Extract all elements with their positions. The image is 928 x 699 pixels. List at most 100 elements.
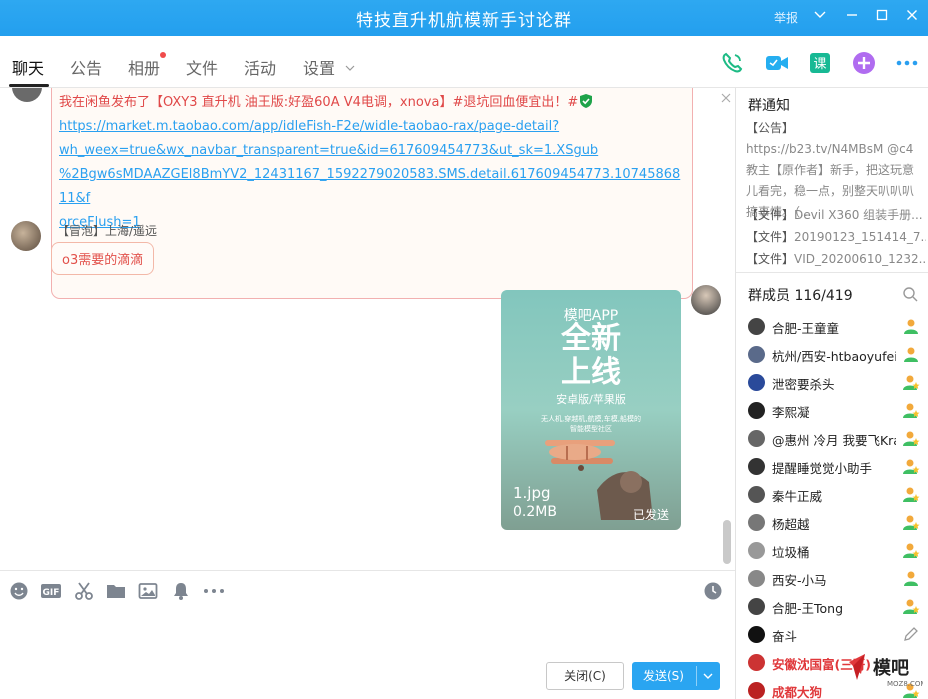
avatar xyxy=(748,458,765,475)
member-name: 泄密要杀头 xyxy=(772,377,835,392)
svg-text:课: 课 xyxy=(813,57,826,72)
add-app-icon[interactable] xyxy=(852,51,876,75)
star-member-icon xyxy=(902,401,920,419)
member-list-item[interactable]: @惠州 冷月 我要飞Kra xyxy=(748,428,924,450)
members-title: 群成员 116/419 xyxy=(748,288,853,304)
star-member-icon xyxy=(902,541,920,559)
tab-chat[interactable]: 聊天 xyxy=(12,55,44,79)
chevron-down-icon xyxy=(345,65,355,71)
member-name: 合肥-王童童 xyxy=(772,321,840,336)
gif-icon[interactable]: GIF xyxy=(40,581,61,601)
file-notice-item[interactable]: 【文件】VID_20200610_1232... xyxy=(746,250,926,267)
tab-announcements[interactable]: 公告 xyxy=(70,55,102,79)
phone-icon[interactable] xyxy=(720,51,744,75)
member-name: 杭州/西安-htbaoyufei xyxy=(772,349,896,364)
avatar[interactable] xyxy=(11,221,41,251)
avatar xyxy=(748,346,765,363)
message-bubble[interactable]: o3需要的滴滴 xyxy=(51,242,155,275)
close-icon[interactable] xyxy=(721,88,731,107)
member-list-item[interactable]: 秦牛正威 xyxy=(748,484,924,506)
close-icon[interactable] xyxy=(900,5,924,29)
admin-icon xyxy=(902,569,920,587)
message-text: o3需要的滴滴 xyxy=(62,253,144,268)
member-name: 秦牛正威 xyxy=(772,489,823,504)
image-file-name: 1.jpg xyxy=(513,484,551,502)
avatar xyxy=(748,570,765,587)
tab-activities[interactable]: 活动 xyxy=(244,55,276,79)
tab-album-label: 相册 xyxy=(128,59,161,78)
sender-name[interactable]: 【冒泡】上海/遥远 xyxy=(57,222,157,239)
report-link[interactable]: 举报 xyxy=(774,9,798,26)
chevron-down-icon[interactable] xyxy=(808,5,832,29)
file-notice-item[interactable]: 【文件】Devil X360 组装手册... xyxy=(746,206,926,223)
group-sidebar: 群通知 【公告】https://b23.tv/N4MBsM @c4教主【原作者】… xyxy=(735,88,928,699)
scissors-icon[interactable] xyxy=(74,581,94,601)
more-icon[interactable] xyxy=(203,581,224,601)
member-name: 提醒睡觉觉小助手 xyxy=(772,461,873,476)
video-icon[interactable] xyxy=(764,51,788,75)
emoji-icon[interactable] xyxy=(9,581,29,601)
moz8-logo-watermark: 模吧 MOZ8.COM xyxy=(849,654,923,688)
member-name: 西安-小马 xyxy=(772,573,827,588)
avatar xyxy=(748,430,765,447)
send-button[interactable]: 发送(S) xyxy=(632,662,720,690)
avatar xyxy=(748,542,765,559)
divider xyxy=(736,272,928,273)
admin-icon xyxy=(902,317,920,335)
file-notice-item[interactable]: 【文件】20190123_151414_7... xyxy=(746,228,926,245)
member-list-item[interactable]: 西安-小马 xyxy=(748,568,924,590)
member-name: 李熙凝 xyxy=(772,405,810,420)
image-message[interactable]: 模吧APP 全新 上线 安卓版/苹果版 无人机,穿越机,航模,车模,船模的 智能模型… xyxy=(501,290,681,530)
member-name: 奋斗 xyxy=(772,629,798,644)
image-text-platforms: 安卓版/苹果版 xyxy=(556,393,626,406)
image-icon[interactable] xyxy=(138,581,158,601)
maximize-icon[interactable] xyxy=(870,5,894,29)
history-clock-icon[interactable] xyxy=(703,581,723,601)
chevron-down-icon[interactable] xyxy=(702,662,714,699)
message-link[interactable]: https://market.m.taobao.com/app/idleFish… xyxy=(59,115,686,235)
star-member-icon xyxy=(902,485,920,503)
star-member-icon xyxy=(902,373,920,391)
more-icon[interactable] xyxy=(895,51,919,75)
minimize-icon[interactable] xyxy=(840,5,864,29)
member-name: 垃圾桶 xyxy=(772,545,810,560)
button-divider xyxy=(696,666,697,686)
star-member-icon xyxy=(902,457,920,475)
avatar xyxy=(748,318,765,335)
star-member-icon xyxy=(902,597,920,615)
course-icon[interactable]: 课 xyxy=(808,51,832,75)
image-text-headline: 全新 上线 xyxy=(561,321,621,390)
member-list-item[interactable]: 奋斗 xyxy=(748,624,924,646)
avatar xyxy=(748,402,765,419)
chat-message-area[interactable]: 我在闲鱼发布了【OXY3 直升机 油王版:好盈60A V4电调，xnova】#退… xyxy=(0,88,735,570)
tab-settings[interactable]: 设置 xyxy=(303,55,356,79)
member-list-item[interactable]: 合肥-王Tong xyxy=(748,596,924,618)
search-icon[interactable] xyxy=(902,286,918,302)
member-list-item[interactable]: 提醒睡觉觉小助手 xyxy=(748,456,924,478)
bell-icon[interactable] xyxy=(171,581,191,601)
member-list-item[interactable]: 垃圾桶 xyxy=(748,540,924,562)
send-button-label: 发送(S) xyxy=(643,669,684,683)
member-list-item[interactable]: 合肥-王童童 xyxy=(748,316,924,338)
svg-text:MOZ8.COM: MOZ8.COM xyxy=(887,680,923,688)
avatar xyxy=(748,514,765,531)
folder-icon[interactable] xyxy=(106,581,126,601)
member-list-item[interactable]: 杨超越 xyxy=(748,512,924,534)
message-input-area[interactable]: GIF 关闭(C) 发送(S) xyxy=(0,570,735,699)
member-name: @惠州 冷月 我要飞Kra xyxy=(772,433,896,448)
member-list-item[interactable]: 杭州/西安-htbaoyufei xyxy=(748,344,924,366)
close-button[interactable]: 关闭(C) xyxy=(546,662,624,690)
notice-title: 群通知 xyxy=(748,98,790,114)
svg-text:模吧: 模吧 xyxy=(873,657,909,679)
chat-scrollbar[interactable] xyxy=(723,520,731,564)
member-list-item[interactable]: 泄密要杀头 xyxy=(748,372,924,394)
star-member-icon xyxy=(902,513,920,531)
avatar xyxy=(748,374,765,391)
tab-album[interactable]: 相册 xyxy=(128,52,167,79)
member-list-item[interactable]: 李熙凝 xyxy=(748,400,924,422)
tab-files[interactable]: 文件 xyxy=(186,55,218,79)
avatar[interactable] xyxy=(12,88,42,102)
member-name: 合肥-王Tong xyxy=(772,601,844,616)
avatar xyxy=(748,682,765,699)
avatar[interactable] xyxy=(691,285,721,315)
